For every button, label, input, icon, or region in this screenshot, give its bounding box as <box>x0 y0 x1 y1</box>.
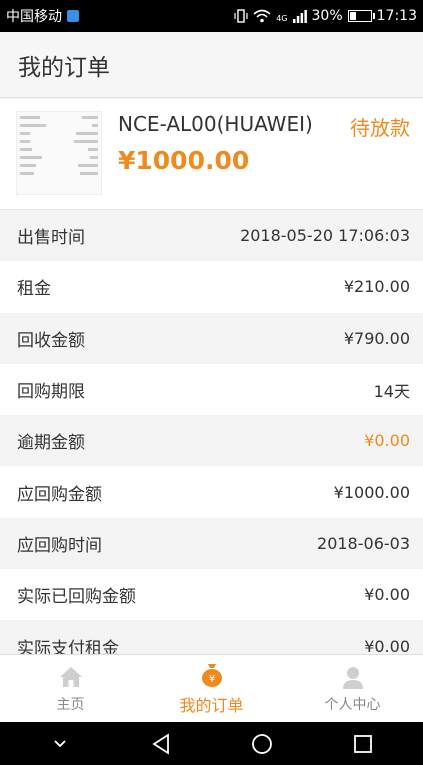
recents-square-icon <box>353 734 372 753</box>
detail-row-rent: 租金 ¥210.00 <box>0 261 423 313</box>
product-name: NCE-AL00(HUAWEI) <box>118 112 313 136</box>
detail-value: ¥0.00 <box>364 431 410 451</box>
detail-row-actual-buyback-amount: 实际已回购金额 ¥0.00 <box>0 569 423 621</box>
home-icon <box>59 667 82 687</box>
detail-label: 应回购金额 <box>17 484 102 505</box>
detail-value: 2018-06-03 <box>317 533 410 553</box>
home-circle-icon <box>251 733 272 754</box>
detail-value: ¥790.00 <box>343 328 410 348</box>
app-header: 我的订单 <box>0 32 423 98</box>
product-price: ¥1000.00 <box>118 146 250 175</box>
detail-row-recycle-amount: 回收金额 ¥790.00 <box>0 312 423 364</box>
detail-value: ¥0.00 <box>364 636 410 656</box>
detail-label: 回购期限 <box>17 382 85 403</box>
bottom-tab-bar: 主页 ¥ 我的订单 个人中心 <box>0 654 423 723</box>
home-button[interactable] <box>242 729 282 759</box>
detail-label: 实际已回购金额 <box>17 587 136 608</box>
back-triangle-icon <box>152 732 170 755</box>
battery-percent: 30% <box>311 8 343 24</box>
wifi-icon <box>253 9 271 23</box>
status-bar: 中国移动 4G 30% 17:13 <box>0 0 423 32</box>
recents-button[interactable] <box>343 729 383 759</box>
carrier-label: 中国移动 <box>6 9 62 25</box>
detail-value: ¥210.00 <box>343 277 410 297</box>
detail-value: 2018-05-20 17:06:03 <box>240 226 410 246</box>
tab-home[interactable]: 主页 <box>0 655 141 723</box>
user-icon <box>342 667 363 689</box>
money-bag-icon: ¥ <box>201 664 222 687</box>
hide-nav-button[interactable] <box>40 729 80 759</box>
detail-row-overdue-amount: 逾期金额 ¥0.00 <box>0 415 423 467</box>
status-left: 中国移动 <box>6 6 79 26</box>
detail-label: 应回购时间 <box>17 535 102 556</box>
clock: 17:13 <box>376 8 417 24</box>
status-right: 4G 30% 17:13 <box>234 8 417 24</box>
notification-app-icon <box>67 10 79 22</box>
tab-my-orders[interactable]: ¥ 我的订单 <box>141 655 282 723</box>
detail-row-buyback-amount-due: 应回购金额 ¥1000.00 <box>0 466 423 518</box>
detail-value: ¥1000.00 <box>333 482 410 502</box>
svg-text:¥: ¥ <box>208 674 214 685</box>
detail-label: 出售时间 <box>17 228 85 249</box>
battery-icon <box>347 10 375 22</box>
detail-row-sale-time: 出售时间 2018-05-20 17:06:03 <box>0 210 423 262</box>
detail-label: 回收金额 <box>17 330 85 351</box>
network-type-label: 4G <box>276 14 288 23</box>
tab-label: 主页 <box>56 697 85 713</box>
order-detail-list: 出售时间 2018-05-20 17:06:03 租金 ¥210.00 回收金额… <box>0 210 423 672</box>
product-thumbnail <box>16 111 102 195</box>
tab-personal-center[interactable]: 个人中心 <box>282 655 423 723</box>
vibrate-icon <box>234 9 248 23</box>
order-status: 待放款 <box>350 116 410 140</box>
system-nav-bar <box>0 722 423 765</box>
product-card[interactable]: NCE-AL00(HUAWEI) 待放款 ¥1000.00 <box>0 99 423 210</box>
tab-label: 我的订单 <box>179 696 244 715</box>
page-title: 我的订单 <box>18 54 110 81</box>
tab-label: 个人中心 <box>324 697 381 713</box>
detail-value: ¥0.00 <box>364 585 410 605</box>
detail-row-buyback-period: 回购期限 14天 <box>0 363 423 416</box>
chevron-down-icon <box>54 739 67 747</box>
detail-row-buyback-date-due: 应回购时间 2018-06-03 <box>0 517 423 570</box>
detail-value: 14天 <box>373 381 410 401</box>
signal-icon <box>292 9 307 23</box>
detail-label: 租金 <box>17 279 51 300</box>
detail-label: 逾期金额 <box>17 433 85 454</box>
back-button[interactable] <box>141 729 181 759</box>
